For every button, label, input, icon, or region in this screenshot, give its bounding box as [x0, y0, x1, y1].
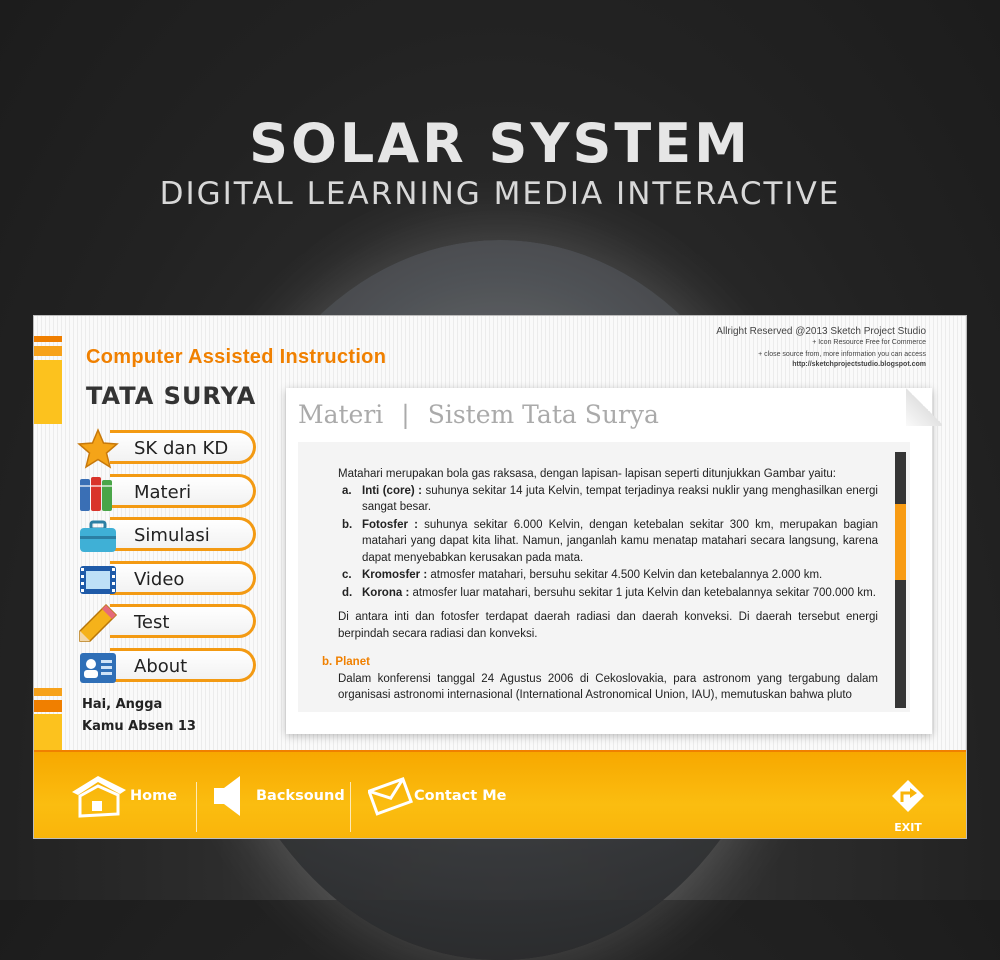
- star-icon: [77, 428, 119, 469]
- menu-item-video[interactable]: Video: [80, 560, 256, 595]
- list-term: Korona :: [362, 586, 410, 599]
- contact-me-label: Contact Me: [414, 788, 507, 804]
- backsound-label: Backsound: [256, 788, 345, 804]
- divider: [196, 782, 197, 832]
- list-letter: a.: [342, 484, 352, 497]
- list-item: c. Kromosfer : atmosfer matahari, bersuhu…: [338, 567, 878, 584]
- sun-layers-list: a. Inti (core) : suhunya sekitar 14 juta …: [338, 483, 878, 602]
- accent-stripe: [34, 336, 62, 342]
- main-menu: SK dan KD Materi Simulasi Video Test Abo…: [77, 428, 260, 691]
- copyright-url: http://sketchprojectstudio.blogspot.com: [792, 361, 926, 368]
- menu-item-label: Simulasi: [134, 525, 210, 546]
- panel-topic: Sistem Tata Surya: [427, 400, 659, 429]
- accent-stripe: [34, 700, 62, 712]
- scrollbar-track[interactable]: [895, 452, 906, 708]
- copyright-block: Allright Reserved @2013 Sketch Project S…: [716, 326, 926, 368]
- toolbox-icon: [80, 520, 116, 552]
- accent-stripe: [34, 714, 62, 750]
- exit-icon: [892, 780, 924, 812]
- list-text: atmosfer matahari, bersuhu sekitar 4.500…: [427, 569, 823, 581]
- home-button[interactable]: Home: [68, 770, 177, 822]
- list-letter: c.: [342, 569, 352, 581]
- menu-item-label: About: [134, 655, 188, 677]
- menu-item-label: Materi: [134, 481, 192, 503]
- greeting-name: Hai, Angga: [82, 697, 163, 712]
- content-panel: Materi | Sistem Tata Surya Matahari merupa…: [286, 386, 942, 734]
- list-item: d. Korona : atmosfer luar matahari, bersu…: [338, 585, 878, 602]
- list-letter: d.: [342, 586, 353, 599]
- home-icon: [72, 776, 126, 818]
- menu-item-materi[interactable]: Materi: [80, 473, 256, 511]
- home-label: Home: [130, 788, 178, 804]
- menu-item-test[interactable]: Test: [79, 603, 256, 642]
- planet-heading: b. Planet: [322, 656, 370, 668]
- contact-me-button[interactable]: Contact Me: [368, 770, 506, 822]
- menu-item-sk-dan-kd[interactable]: SK dan KD: [77, 428, 256, 469]
- divider: [350, 782, 351, 832]
- content-text: Matahari merupakan bola gas raksasa, den…: [322, 466, 878, 704]
- intro-paragraph: Matahari merupakan bola gas raksasa, den…: [338, 468, 836, 480]
- panel-section: Materi: [298, 400, 384, 429]
- list-text: atmosfer luar matahari, bersuhu sekitar …: [409, 586, 876, 599]
- panel-heading: Materi | Sistem Tata Surya: [298, 400, 659, 429]
- accent-stripe: [34, 688, 62, 696]
- app-subheading: TATA SURYA: [86, 382, 257, 410]
- user-greeting: Hai, Angga Kamu Absen 13: [82, 694, 196, 738]
- page-fold: [906, 386, 942, 426]
- exit-button[interactable]: EXIT: [886, 778, 930, 836]
- id-card-icon: [80, 652, 116, 683]
- accent-stripe: [34, 360, 62, 424]
- hero-subtitle: DIGITAL LEARNING MEDIA INTERACTIVE: [159, 176, 841, 212]
- list-term: Inti (core) :: [362, 484, 422, 497]
- list-term: Fotosfer :: [362, 518, 418, 531]
- pencil-icon: [79, 603, 118, 642]
- list-term: Kromosfer :: [362, 569, 428, 581]
- menu-item-label: SK dan KD: [134, 438, 229, 459]
- menu-item-about[interactable]: About: [80, 647, 256, 683]
- list-letter: b.: [342, 518, 353, 531]
- exit-label: EXIT: [894, 821, 922, 834]
- copyright-line: Allright Reserved @2013 Sketch Project S…: [716, 326, 926, 337]
- content-scroll-area[interactable]: Matahari merupakan bola gas raksasa, den…: [298, 442, 910, 712]
- backsound-button[interactable]: Backsound: [210, 770, 345, 822]
- copyright-line: + Icon Resource Free for Commerce: [812, 339, 926, 346]
- books-icon: [80, 476, 112, 511]
- list-item: a. Inti (core) : suhunya sekitar 14 juta …: [338, 483, 878, 516]
- menu-item-label: Video: [134, 568, 185, 590]
- menu-item-simulasi[interactable]: Simulasi: [80, 517, 256, 552]
- copyright-line: + close source from, more information yo…: [758, 351, 926, 358]
- attendance-number: Kamu Absen 13: [82, 719, 196, 734]
- menu-item-label: Test: [134, 612, 170, 633]
- list-item: b. Fotosfer : suhunya sekitar 6.000 Kelvi…: [338, 517, 878, 567]
- panel-heading-separator: |: [401, 400, 410, 429]
- film-icon: [80, 565, 116, 594]
- app-window: Computer Assisted Instruction TATA SURYA…: [33, 315, 967, 839]
- planet-paragraph: Dalam konferensi tanggal 24 Agustus 2006…: [338, 672, 878, 702]
- radiation-paragraph: Di antara inti dan fotosfer terdapat dae…: [338, 611, 878, 640]
- bottom-navigation: Home Backsound Contact Me EXIT: [34, 752, 966, 838]
- scrollbar-thumb[interactable]: [895, 504, 906, 580]
- list-text: suhunya sekitar 6.000 Kelvin, dengan ket…: [362, 518, 878, 564]
- accent-stripe: [34, 346, 62, 356]
- hero-title: SOLAR SYSTEM: [249, 112, 751, 175]
- list-text: suhunya sekitar 14 juta Kelvin, tempat t…: [362, 484, 878, 514]
- app-heading: Computer Assisted Instruction: [86, 346, 387, 368]
- envelope-icon: [368, 776, 414, 816]
- speaker-icon: [214, 776, 240, 816]
